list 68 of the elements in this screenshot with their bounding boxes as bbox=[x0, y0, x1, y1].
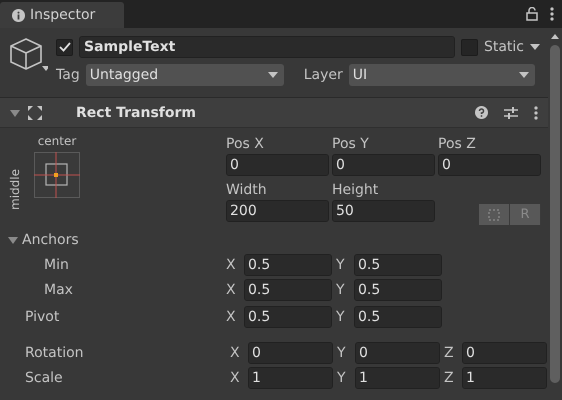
field-label: Pos X bbox=[226, 135, 265, 154]
foldout-icon[interactable] bbox=[10, 108, 20, 118]
number-field[interactable]: 200 bbox=[226, 200, 329, 222]
tag-label: Tag bbox=[56, 67, 80, 83]
number-field[interactable]: 50 bbox=[332, 200, 435, 222]
field-label: Width bbox=[226, 181, 268, 200]
static-label: Static bbox=[484, 39, 524, 55]
axis-label: Z bbox=[444, 344, 455, 360]
name-field[interactable]: SampleText bbox=[79, 36, 455, 58]
active-checkbox[interactable] bbox=[56, 38, 73, 56]
caret-icon bbox=[530, 44, 540, 50]
axis-label: X bbox=[230, 344, 241, 360]
static-checkbox[interactable] bbox=[460, 38, 478, 56]
layer-label: Layer bbox=[304, 67, 343, 83]
number-field[interactable]: 0 bbox=[248, 342, 333, 364]
axis-label: Y bbox=[336, 308, 346, 324]
sliders-icon[interactable] bbox=[504, 106, 518, 120]
component-title: Rect Transform bbox=[76, 104, 198, 120]
axis-label: X bbox=[230, 370, 241, 386]
number-field[interactable]: 0.5 bbox=[354, 254, 442, 276]
help-icon[interactable] bbox=[475, 106, 488, 119]
horizontal-anchor-label: center bbox=[38, 134, 76, 148]
move-icon bbox=[28, 106, 42, 120]
axis-label: Y bbox=[336, 256, 346, 272]
layer-dropdown[interactable]: UI bbox=[348, 64, 535, 86]
axis-label: Y bbox=[337, 370, 347, 386]
axis-label: Y bbox=[337, 344, 347, 360]
axis-label: X bbox=[226, 256, 237, 272]
number-field[interactable]: 0.5 bbox=[244, 254, 332, 276]
axis-label: X bbox=[226, 308, 237, 324]
field-label: Pos Y bbox=[332, 135, 370, 154]
number-field[interactable]: 0 bbox=[438, 154, 541, 176]
number-field[interactable]: 0.5 bbox=[354, 306, 442, 328]
property-label: Min bbox=[43, 256, 70, 272]
anchor-preset-icon[interactable] bbox=[34, 152, 80, 198]
field-label: Height bbox=[332, 181, 380, 200]
vertical-anchor-label: middle bbox=[8, 169, 22, 210]
menu-icon[interactable] bbox=[550, 7, 554, 21]
caret-icon bbox=[518, 72, 529, 78]
number-field[interactable]: 0.5 bbox=[354, 278, 442, 300]
axis-label: Z bbox=[444, 370, 455, 386]
anchors-foldout-icon[interactable] bbox=[8, 234, 18, 244]
blueprint-button[interactable] bbox=[479, 204, 510, 225]
up-arrow-icon[interactable] bbox=[551, 34, 559, 39]
anchors-label: Anchors bbox=[22, 232, 79, 248]
info-icon bbox=[12, 8, 25, 22]
property-label: Max bbox=[43, 282, 74, 298]
axis-label: Y bbox=[336, 282, 346, 298]
field-label: Pos Z bbox=[438, 135, 477, 154]
number-field[interactable]: 0 bbox=[355, 342, 440, 364]
number-field[interactable]: 1 bbox=[248, 366, 333, 388]
number-field[interactable]: 1 bbox=[462, 366, 547, 388]
number-field[interactable]: 0.5 bbox=[244, 306, 332, 328]
menu-icon[interactable] bbox=[534, 106, 538, 120]
property-label: Scale bbox=[24, 370, 64, 386]
number-field[interactable]: 0 bbox=[462, 342, 547, 364]
number-field[interactable]: 1 bbox=[355, 366, 440, 388]
axis-label: X bbox=[226, 282, 237, 298]
tag-dropdown[interactable]: Untagged bbox=[86, 64, 284, 86]
dashed-square-icon bbox=[488, 208, 500, 220]
property-label: Rotation bbox=[24, 344, 85, 360]
number-field[interactable]: 0 bbox=[332, 154, 435, 176]
number-field[interactable]: 0.5 bbox=[244, 278, 332, 300]
lock-icon[interactable] bbox=[526, 7, 538, 21]
inspector-tab[interactable]: Inspector bbox=[0, 2, 124, 28]
number-field[interactable]: 0 bbox=[226, 154, 329, 176]
property-label: Pivot bbox=[24, 308, 60, 324]
caret-icon bbox=[268, 72, 278, 78]
